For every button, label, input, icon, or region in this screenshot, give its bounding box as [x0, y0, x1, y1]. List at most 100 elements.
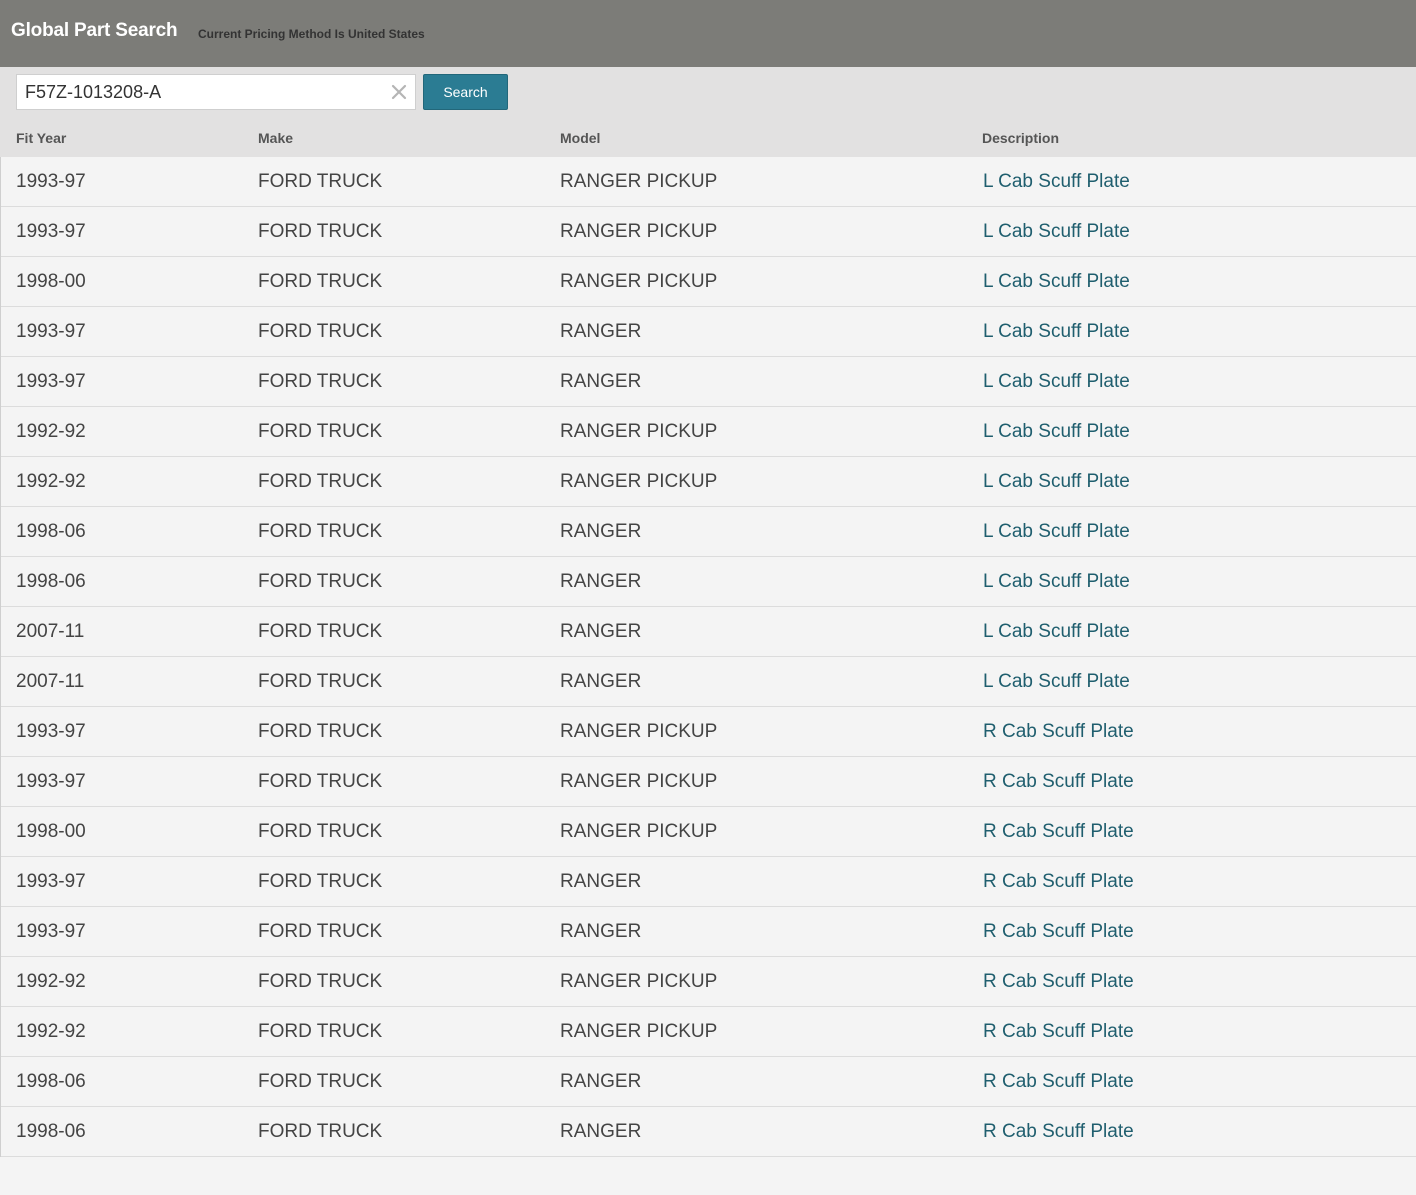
- table-row[interactable]: 1993-97 FORD TRUCK RANGER L Cab Scuff Plate: [1, 307, 1416, 357]
- page-title: Global Part Search: [11, 20, 178, 41]
- model-cell: RANGER PICKUP: [560, 271, 718, 292]
- description-link[interactable]: L Cab Scuff Plate: [983, 221, 1130, 243]
- make-cell: FORD TRUCK: [258, 771, 383, 792]
- description-link[interactable]: L Cab Scuff Plate: [983, 521, 1130, 543]
- description-link[interactable]: L Cab Scuff Plate: [983, 371, 1130, 393]
- fit-year-cell: 1998-06: [16, 521, 86, 542]
- make-cell: FORD TRUCK: [258, 371, 383, 392]
- description-link[interactable]: R Cab Scuff Plate: [983, 721, 1134, 743]
- model-cell: RANGER: [560, 671, 642, 692]
- fit-year-cell: 2007-11: [16, 621, 85, 642]
- model-cell: RANGER PICKUP: [560, 971, 718, 992]
- fit-year-cell: 1993-97: [16, 171, 86, 192]
- table-row[interactable]: 1998-00 FORD TRUCK RANGER PICKUP R Cab Scuf…: [1, 807, 1416, 857]
- make-cell: FORD TRUCK: [258, 721, 383, 742]
- fit-year-cell: 1998-00: [16, 821, 86, 842]
- make-cell: FORD TRUCK: [258, 321, 383, 342]
- make-cell: FORD TRUCK: [258, 171, 383, 192]
- model-cell: RANGER PICKUP: [560, 221, 718, 242]
- fit-year-cell: 1998-06: [16, 1121, 86, 1142]
- fit-year-cell: 1993-97: [16, 321, 86, 342]
- description-link[interactable]: R Cab Scuff Plate: [983, 921, 1134, 943]
- description-link[interactable]: R Cab Scuff Plate: [983, 1121, 1134, 1143]
- fit-year-cell: 1992-92: [16, 471, 86, 492]
- table-row[interactable]: 1998-06 FORD TRUCK RANGER L Cab Scuff Plate: [1, 557, 1416, 607]
- search-input[interactable]: [17, 75, 387, 109]
- model-cell: RANGER: [560, 871, 642, 892]
- make-cell: FORD TRUCK: [258, 221, 383, 242]
- table-row[interactable]: 1992-92 FORD TRUCK RANGER PICKUP L Cab Scuf…: [1, 407, 1416, 457]
- table-row[interactable]: 1993-97 FORD TRUCK RANGER R Cab Scuff Plate: [1, 907, 1416, 957]
- make-cell: FORD TRUCK: [258, 1021, 383, 1042]
- model-cell: RANGER: [560, 921, 642, 942]
- column-header-make[interactable]: Make: [258, 130, 293, 146]
- table-row[interactable]: 1993-97 FORD TRUCK RANGER PICKUP L Cab Scuf…: [1, 207, 1416, 257]
- description-link[interactable]: L Cab Scuff Plate: [983, 571, 1130, 593]
- make-cell: FORD TRUCK: [258, 271, 383, 292]
- search-button[interactable]: Search: [423, 74, 508, 110]
- column-header-model[interactable]: Model: [560, 130, 600, 146]
- fit-year-cell: 1993-97: [16, 221, 86, 242]
- table-row[interactable]: 2007-11 FORD TRUCK RANGER L Cab Scuff Plate: [1, 657, 1416, 707]
- make-cell: FORD TRUCK: [258, 671, 383, 692]
- fit-year-cell: 1993-97: [16, 921, 86, 942]
- fit-year-cell: 1998-06: [16, 1071, 86, 1092]
- description-link[interactable]: L Cab Scuff Plate: [983, 321, 1130, 343]
- column-header-description[interactable]: Description: [982, 130, 1059, 146]
- table-row[interactable]: 1992-92 FORD TRUCK RANGER PICKUP R Cab Scuf…: [1, 1007, 1416, 1057]
- model-cell: RANGER PICKUP: [560, 421, 718, 442]
- description-link[interactable]: L Cab Scuff Plate: [983, 171, 1130, 193]
- model-cell: RANGER PICKUP: [560, 771, 718, 792]
- description-link[interactable]: L Cab Scuff Plate: [983, 621, 1130, 643]
- table-row[interactable]: 1993-97 FORD TRUCK RANGER PICKUP R Cab Scuf…: [1, 757, 1416, 807]
- description-link[interactable]: L Cab Scuff Plate: [983, 421, 1130, 443]
- table-row[interactable]: 1998-06 FORD TRUCK RANGER R Cab Scuff Plate: [1, 1107, 1416, 1157]
- table-row[interactable]: 1993-97 FORD TRUCK RANGER PICKUP L Cab Scuf…: [1, 157, 1416, 207]
- make-cell: FORD TRUCK: [258, 1121, 383, 1142]
- make-cell: FORD TRUCK: [258, 521, 383, 542]
- table-row[interactable]: 1993-97 FORD TRUCK RANGER PICKUP R Cab Scuf…: [1, 707, 1416, 757]
- table-row[interactable]: 1998-06 FORD TRUCK RANGER R Cab Scuff Plate: [1, 1057, 1416, 1107]
- table-row[interactable]: 1992-92 FORD TRUCK RANGER PICKUP R Cab Scuf…: [1, 957, 1416, 1007]
- results-table: 1993-97 FORD TRUCK RANGER PICKUP L Cab Scuf…: [0, 157, 1416, 1157]
- table-row[interactable]: 1998-06 FORD TRUCK RANGER L Cab Scuff Plate: [1, 507, 1416, 557]
- description-link[interactable]: R Cab Scuff Plate: [983, 1021, 1134, 1043]
- description-link[interactable]: R Cab Scuff Plate: [983, 871, 1134, 893]
- app-header: Global Part Search Current Pricing Metho…: [0, 0, 1416, 67]
- fit-year-cell: 1998-06: [16, 571, 86, 592]
- pricing-method-label: Current Pricing Method Is United States: [198, 27, 425, 41]
- fit-year-cell: 1993-97: [16, 771, 86, 792]
- table-row[interactable]: 1998-00 FORD TRUCK RANGER PICKUP L Cab Scuf…: [1, 257, 1416, 307]
- make-cell: FORD TRUCK: [258, 471, 383, 492]
- description-link[interactable]: L Cab Scuff Plate: [983, 271, 1130, 293]
- fit-year-cell: 1993-97: [16, 721, 86, 742]
- description-link[interactable]: R Cab Scuff Plate: [983, 1071, 1134, 1093]
- fit-year-cell: 2007-11: [16, 671, 85, 692]
- make-cell: FORD TRUCK: [258, 621, 383, 642]
- model-cell: RANGER: [560, 321, 642, 342]
- search-field[interactable]: [16, 74, 416, 110]
- fit-year-cell: 1993-97: [16, 871, 86, 892]
- fit-year-cell: 1992-92: [16, 421, 86, 442]
- model-cell: RANGER PICKUP: [560, 821, 718, 842]
- column-header-fit-year[interactable]: Fit Year: [16, 130, 66, 146]
- description-link[interactable]: R Cab Scuff Plate: [983, 771, 1134, 793]
- model-cell: RANGER: [560, 571, 642, 592]
- description-link[interactable]: R Cab Scuff Plate: [983, 971, 1134, 993]
- table-row[interactable]: 1993-97 FORD TRUCK RANGER L Cab Scuff Plate: [1, 357, 1416, 407]
- description-link[interactable]: L Cab Scuff Plate: [983, 671, 1130, 693]
- description-link[interactable]: L Cab Scuff Plate: [983, 471, 1130, 493]
- close-icon[interactable]: [389, 82, 409, 102]
- fit-year-cell: 1992-92: [16, 1021, 86, 1042]
- model-cell: RANGER PICKUP: [560, 721, 718, 742]
- make-cell: FORD TRUCK: [258, 421, 383, 442]
- model-cell: RANGER: [560, 621, 642, 642]
- model-cell: RANGER PICKUP: [560, 1021, 718, 1042]
- table-row[interactable]: 2007-11 FORD TRUCK RANGER L Cab Scuff Plate: [1, 607, 1416, 657]
- model-cell: RANGER: [560, 521, 642, 542]
- table-row[interactable]: 1992-92 FORD TRUCK RANGER PICKUP L Cab Scuf…: [1, 457, 1416, 507]
- model-cell: RANGER: [560, 1071, 642, 1092]
- make-cell: FORD TRUCK: [258, 871, 383, 892]
- table-row[interactable]: 1993-97 FORD TRUCK RANGER R Cab Scuff Plate: [1, 857, 1416, 907]
- description-link[interactable]: R Cab Scuff Plate: [983, 821, 1134, 843]
